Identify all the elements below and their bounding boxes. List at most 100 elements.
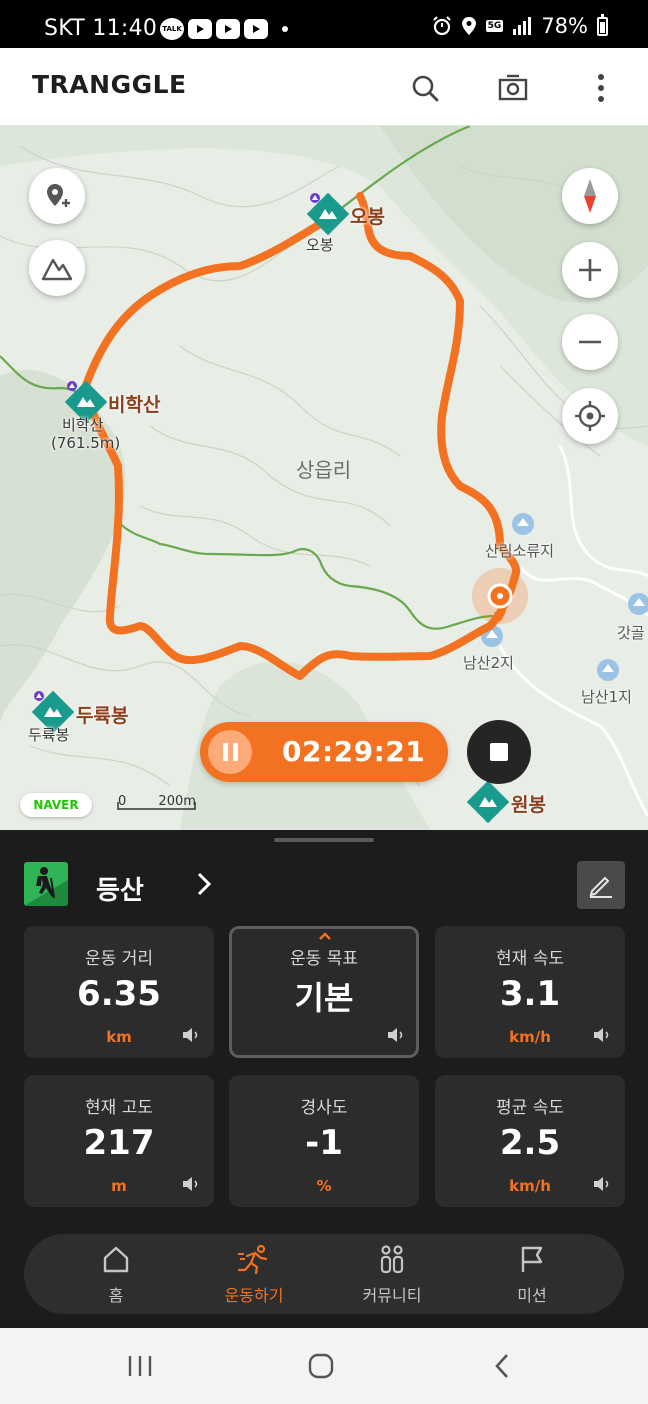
stat-unit: % [316, 1177, 332, 1195]
signal-icon [513, 17, 532, 35]
notification-icons: TALK [160, 18, 288, 40]
nav-label: 커뮤니티 [362, 1286, 422, 1305]
stat-card-average-speed[interactable]: 평균 속도 2.5 km/h [435, 1075, 625, 1207]
more-vertical-icon [598, 74, 604, 102]
nav-exercise[interactable]: 운동하기 [199, 1244, 309, 1306]
stat-value: 2.5 [499, 1123, 561, 1163]
peak-label-duryukbong[interactable]: 두륙봉 [76, 701, 128, 728]
stat-value: -1 [305, 1123, 343, 1163]
place-label-gatgol: 갓골 [617, 624, 645, 642]
camera-button[interactable] [491, 66, 535, 110]
naver-attribution[interactable]: NAVER [20, 793, 92, 817]
chevron-up-icon [319, 932, 331, 940]
stat-label: 현재 속도 [496, 949, 564, 969]
drag-handle[interactable] [274, 838, 374, 842]
recent-apps-button[interactable] [110, 1348, 170, 1384]
pause-icon [222, 743, 228, 761]
nav-home[interactable]: 홈 [61, 1244, 171, 1306]
elapsed-time: 02:29:21 [282, 735, 426, 768]
compass-icon [584, 179, 596, 213]
activity-select-chevron[interactable] [192, 870, 216, 902]
add-location-button[interactable] [29, 168, 85, 224]
flag-icon [521, 1246, 543, 1272]
place-label-namsan2: 남산2지 [463, 654, 514, 672]
community-icon [380, 1245, 404, 1274]
youtube-icon [244, 19, 268, 39]
stat-label: 경사도 [300, 1098, 348, 1118]
speaker-icon[interactable] [182, 1176, 200, 1192]
peak-label-bihaksan[interactable]: 비학산 [108, 390, 160, 417]
add-location-icon [47, 184, 70, 207]
stop-icon [490, 743, 508, 761]
back-icon [495, 1354, 508, 1378]
battery-icon [597, 13, 608, 36]
speaker-icon[interactable] [593, 1176, 611, 1192]
zoom-in-button[interactable] [562, 242, 618, 298]
stat-card-current-speed[interactable]: 현재 속도 3.1 km/h [435, 926, 625, 1058]
stat-card-altitude[interactable]: 현재 고도 217 m [24, 1075, 214, 1207]
youtube-icon [188, 19, 212, 39]
alarm-icon [432, 16, 451, 36]
scale-zero: 0 [118, 794, 127, 809]
running-icon [237, 1244, 268, 1275]
scale-distance: 200m [158, 794, 196, 809]
bottom-navigation: 홈 운동하기 커뮤니티 미션 [24, 1234, 624, 1314]
nav-label: 홈 [108, 1286, 124, 1305]
location-icon [461, 17, 476, 35]
my-location-button[interactable] [562, 388, 618, 444]
map-view[interactable]: 오봉 오봉 비학산 비학산 (761.5m) 두륙봉 두륙봉 원봉 상읍리 산림… [0, 126, 648, 830]
place-label-reservoir: 산림소류지 [485, 542, 555, 560]
nav-label: 미션 [517, 1286, 547, 1305]
stat-value: 기본 [294, 979, 354, 1017]
nav-label: 운동하기 [224, 1286, 284, 1305]
nav-mission[interactable]: 미션 [477, 1244, 587, 1306]
recent-apps-icon [128, 1356, 152, 1376]
search-icon [412, 75, 439, 102]
terrain-toggle-button[interactable] [29, 240, 85, 296]
stop-button[interactable] [467, 720, 531, 784]
status-time: SKT 11:40 [44, 16, 158, 41]
activity-type[interactable]: 등산 [96, 870, 144, 907]
nav-community[interactable]: 커뮤니티 [337, 1244, 447, 1306]
stat-card-goal[interactable]: 운동 목표 기본 [229, 926, 419, 1058]
stat-label: 운동 목표 [290, 949, 358, 969]
speaker-icon[interactable] [593, 1027, 611, 1043]
map-scale: 0 200m [118, 794, 196, 809]
stat-card-slope[interactable]: 경사도 -1 % [229, 1075, 419, 1207]
edit-pencil-icon [589, 876, 612, 898]
hiking-icon [24, 862, 68, 906]
zoom-out-icon [579, 340, 601, 344]
zoom-in-icon [579, 259, 601, 281]
home-button[interactable] [291, 1348, 351, 1384]
place-label-namsan1: 남산1지 [581, 688, 632, 706]
kakaotalk-icon: TALK [160, 18, 184, 40]
edit-button[interactable] [577, 861, 625, 909]
stat-label: 평균 속도 [496, 1098, 564, 1118]
stat-label: 운동 거리 [85, 949, 153, 969]
compass-button[interactable] [562, 168, 618, 224]
my-location-icon [575, 401, 605, 431]
activity-panel: 등산 운동 거리 6.35 km 운동 목표 기본 현재 속도 3.1 km/h… [0, 830, 648, 1328]
mountain-icon [41, 258, 73, 281]
peak-sub-duryukbong: 두륙봉 [28, 726, 70, 744]
back-button[interactable] [472, 1348, 532, 1384]
speaker-icon[interactable] [387, 1027, 405, 1043]
recording-timer: 02:29:21 [200, 722, 448, 782]
peak-label-obong[interactable]: 오봉 [350, 202, 385, 229]
peak-elevation-bihaksan: (761.5m) [51, 434, 121, 452]
home-circle-icon [308, 1353, 334, 1379]
stat-value: 3.1 [499, 974, 561, 1014]
more-notifications-dot [282, 26, 288, 32]
system-navigation-bar [0, 1328, 648, 1404]
pause-button[interactable] [208, 730, 252, 774]
search-button[interactable] [403, 66, 447, 110]
stat-card-distance[interactable]: 운동 거리 6.35 km [24, 926, 214, 1058]
peak-sub-bihaksan: 비학산 [62, 416, 104, 434]
network-5g-icon: 5G [485, 20, 504, 32]
stat-value: 6.35 [77, 974, 161, 1014]
zoom-out-button[interactable] [562, 314, 618, 370]
more-button[interactable] [579, 66, 623, 110]
peak-label-wonbong[interactable]: 원봉 [511, 790, 546, 817]
peak-sub-obong: 오봉 [306, 236, 334, 254]
speaker-icon[interactable] [182, 1027, 200, 1043]
